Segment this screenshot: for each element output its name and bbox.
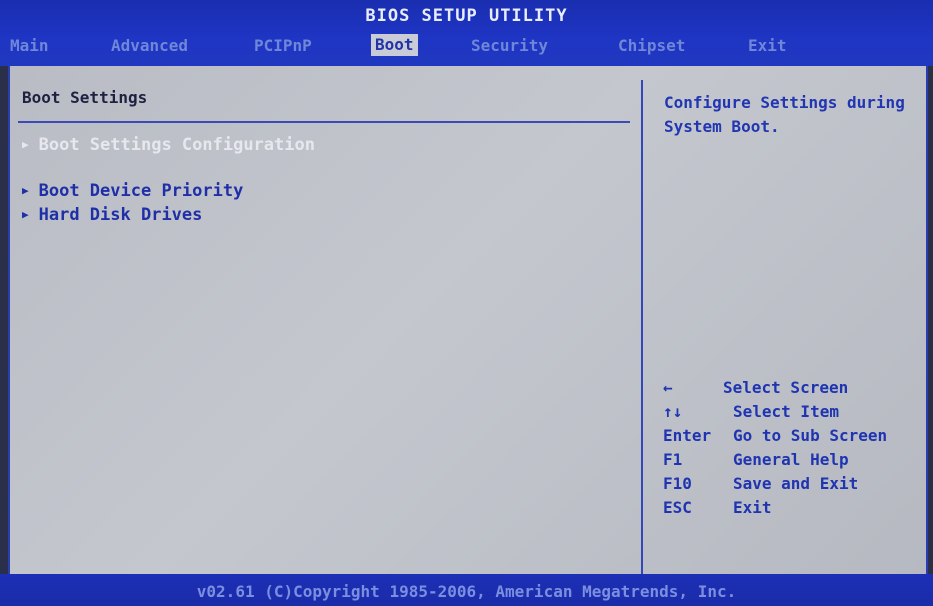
key-name: ESC [663, 498, 692, 517]
left-arrow-icon: ← [663, 378, 673, 397]
tab-chipset[interactable]: Chipset [618, 36, 685, 56]
submenu-arrow-icon: ▶ [22, 208, 29, 221]
key-description: Select Screen [723, 378, 849, 397]
key-name: F10 [663, 474, 692, 493]
key-legend: ← Select Screen ↑↓ Select Item Enter Go … [663, 376, 925, 520]
key-description: Exit [733, 498, 772, 517]
menu-entry-hard-disk-drives[interactable]: ▶ Hard Disk Drives [22, 204, 202, 226]
bios-title: BIOS SETUP UTILITY [365, 6, 568, 26]
menu-entry-label: Boot Settings Configuration [38, 135, 315, 155]
key-name: Enter [663, 426, 712, 445]
tab-pcipnp[interactable]: PCIPnP [254, 36, 312, 56]
submenu-arrow-icon: ▶ [22, 138, 29, 151]
menu-entry-boot-device-priority[interactable]: ▶ Boot Device Priority [22, 180, 243, 202]
panel-divider [641, 80, 643, 574]
footer-bar: v02.61 (C)Copyright 1985-2006, American … [0, 574, 933, 606]
copyright-text: v02.61 (C)Copyright 1985-2006, American … [196, 582, 737, 601]
submenu-arrow-icon: ▶ [22, 184, 29, 197]
key-description: Select Item [733, 402, 839, 421]
key-row: F1 General Help [663, 448, 925, 472]
tab-boot[interactable]: Boot [371, 34, 418, 56]
key-description: Go to Sub Screen [733, 426, 888, 445]
section-divider [18, 121, 630, 123]
up-down-arrow-icon: ↑↓ [663, 402, 683, 421]
key-description: Save and Exit [733, 474, 859, 493]
key-description: General Help [733, 450, 849, 469]
section-title: Boot Settings [22, 88, 148, 107]
key-row: ESC Exit [663, 496, 925, 520]
tab-exit[interactable]: Exit [748, 36, 787, 56]
key-row: F10 Save and Exit [663, 472, 925, 496]
menu-entry-boot-settings-configuration[interactable]: ▶ Boot Settings Configuration [22, 134, 315, 156]
key-row: Enter Go to Sub Screen [663, 424, 925, 448]
tab-advanced[interactable]: Advanced [111, 36, 188, 56]
bios-screen: BIOS SETUP UTILITY Main Advanced PCIPnP … [0, 0, 933, 606]
key-row: ← Select Screen [663, 376, 925, 400]
menu-entry-label: Boot Device Priority [38, 181, 244, 201]
top-bar: BIOS SETUP UTILITY Main Advanced PCIPnP … [0, 0, 933, 66]
key-row: ↑↓ Select Item [663, 400, 925, 424]
menu-bar: Main Advanced PCIPnP Boot Security Chips… [0, 30, 933, 60]
help-text: Configure Settings during System Boot. [664, 93, 905, 136]
menu-entry-label: Hard Disk Drives [38, 205, 203, 225]
tab-main[interactable]: Main [10, 36, 49, 56]
tab-security[interactable]: Security [471, 36, 548, 56]
key-name: F1 [663, 450, 683, 469]
main-panel: Boot Settings ▶ Boot Settings Configurati… [8, 66, 928, 574]
